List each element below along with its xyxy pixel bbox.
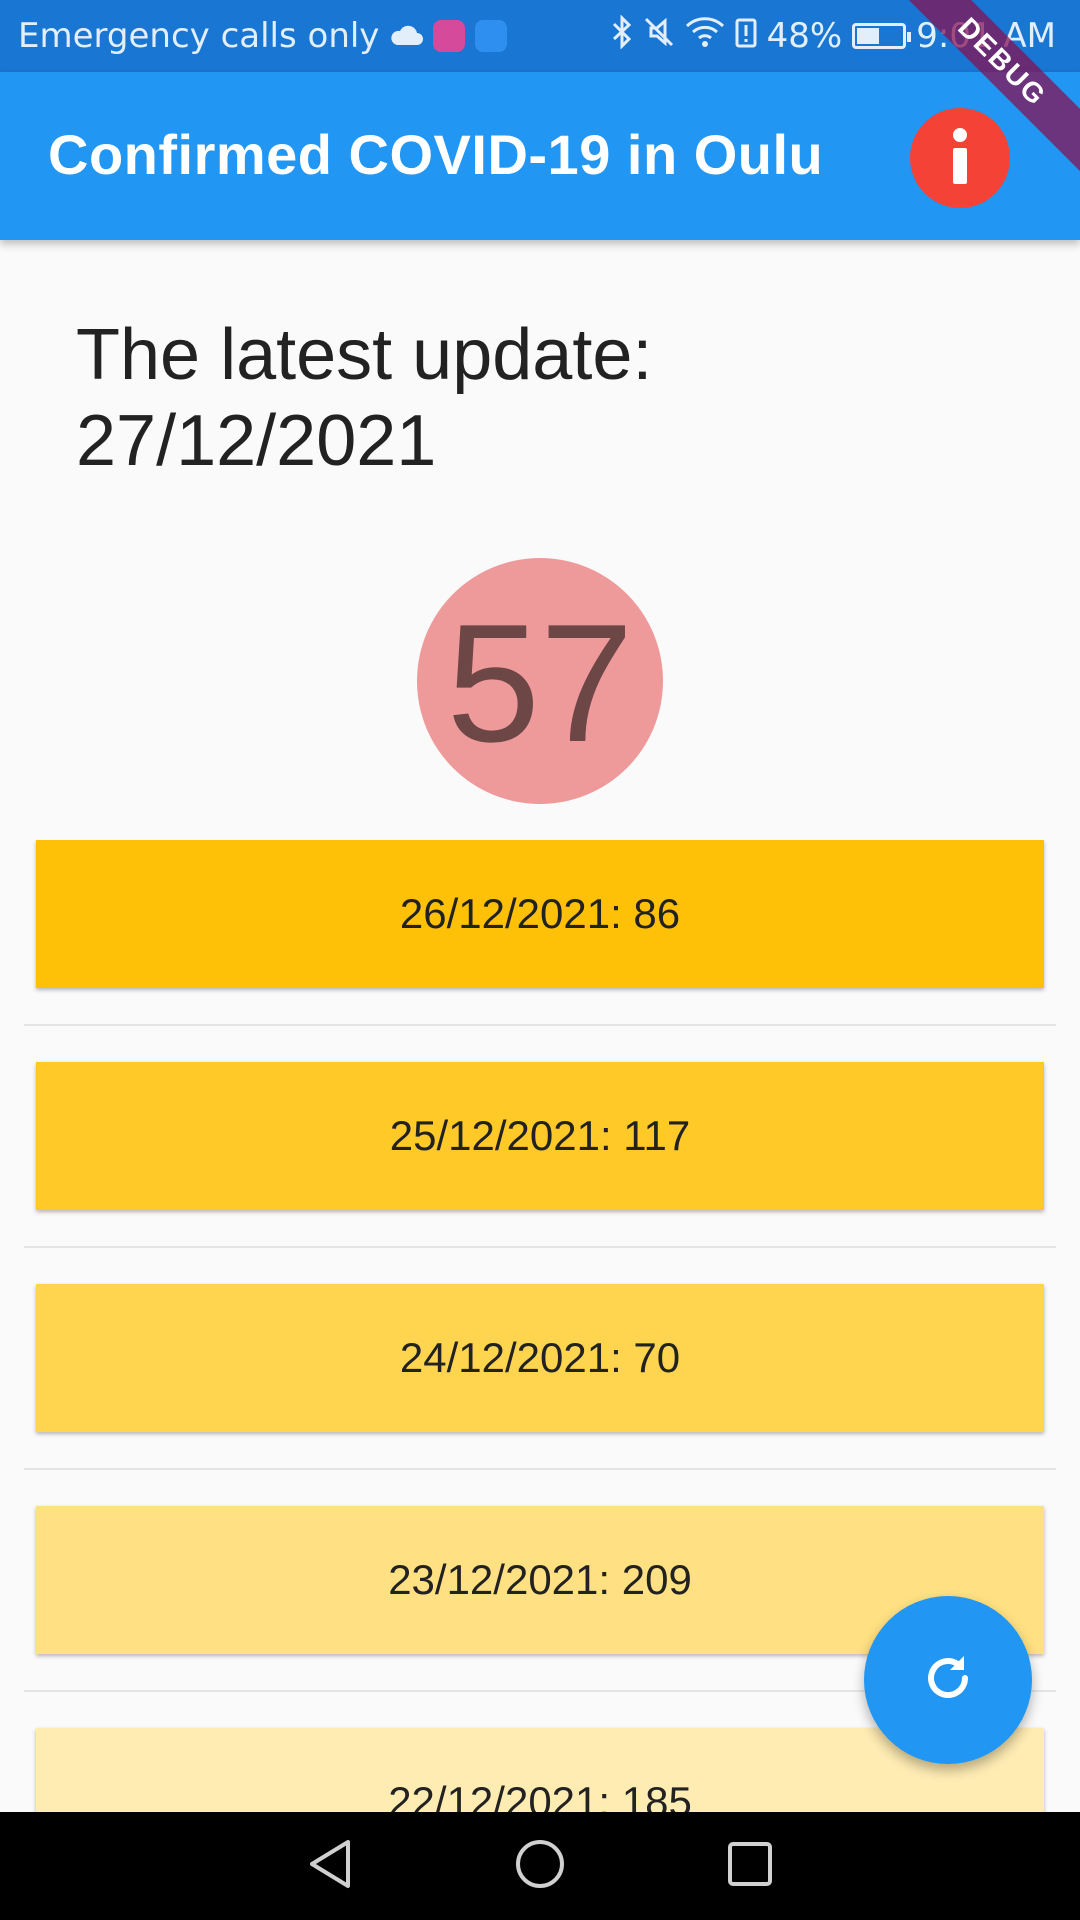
status-left: Emergency calls only (18, 16, 508, 56)
history-card[interactable]: 24/12/2021: 70 (36, 1284, 1044, 1432)
latest-count-badge: 57 (417, 558, 663, 804)
battery-percent: 48% (766, 16, 843, 56)
home-button[interactable] (510, 1836, 570, 1896)
info-button[interactable] (910, 108, 1010, 208)
history-card[interactable]: 25/12/2021: 117 (36, 1062, 1044, 1210)
history-card-text: 24/12/2021: 70 (399, 1334, 681, 1381)
latest-update-heading: The latest update: 27/12/2021 (76, 312, 876, 484)
divider (24, 1024, 1056, 1026)
history-card-text: 22/12/2021: 185 (388, 1778, 692, 1812)
carrier-text: Emergency calls only (18, 16, 380, 56)
bluetooth-icon (611, 13, 633, 58)
assistant-app-icon (475, 20, 508, 52)
history-card-text: 26/12/2021: 86 (399, 890, 681, 937)
history-card-text: 25/12/2021: 117 (389, 1112, 691, 1159)
home-icon (514, 1838, 566, 1894)
system-nav-bar (0, 1812, 1080, 1920)
latest-count: 57 (446, 589, 634, 777)
battery-icon (852, 23, 912, 49)
status-bar: Emergency calls only 48% 9:01 AM (0, 0, 1080, 72)
divider (24, 1468, 1056, 1470)
messaging-app-icon (433, 20, 466, 52)
refresh-icon (920, 1650, 976, 1710)
info-icon (950, 126, 970, 190)
app-screen: Emergency calls only 48% 9:01 AM (0, 0, 1080, 1920)
recents-icon (727, 1841, 773, 1891)
battery-alert-icon (735, 16, 757, 57)
refresh-button[interactable] (864, 1596, 1032, 1764)
mute-icon (643, 16, 675, 57)
wifi-icon (685, 16, 725, 57)
history-card-text: 23/12/2021: 209 (388, 1556, 692, 1603)
history-card[interactable]: 26/12/2021: 86 (36, 840, 1044, 988)
divider (24, 1246, 1056, 1248)
back-icon (306, 1838, 354, 1894)
latest-update-label: The latest update: (76, 315, 653, 395)
app-bar: Confirmed COVID-19 in Oulu (0, 72, 1080, 240)
page-title: Confirmed COVID-19 in Oulu (48, 123, 824, 186)
latest-update-date: 27/12/2021 (76, 401, 437, 481)
back-button[interactable] (300, 1836, 360, 1896)
recents-button[interactable] (720, 1836, 780, 1896)
cloud-icon (389, 16, 424, 56)
